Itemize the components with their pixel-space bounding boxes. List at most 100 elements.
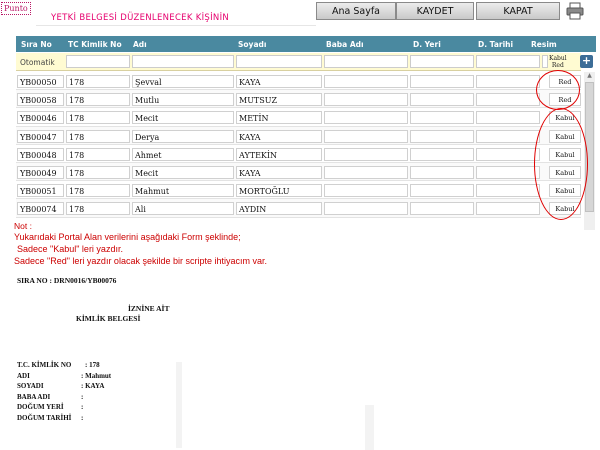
table-row[interactable]: YB00074 178 Ali AYDIN Kabul [16,199,581,218]
table-row[interactable]: YB00049 178 Mecit KAYA Kabul [16,162,581,182]
new-soyad-input[interactable] [236,55,322,68]
cell-tc[interactable]: 178 [66,147,130,161]
cell-d-tarihi[interactable] [476,75,540,88]
cell-d-tarihi[interactable] [476,147,540,161]
save-button[interactable]: KAYDET [396,2,474,20]
col-sira-no[interactable]: Sıra No [21,40,52,49]
cell-d-yeri[interactable] [410,129,474,143]
cell-baba-adi[interactable] [324,93,408,107]
col-resim[interactable]: Resim [531,40,557,49]
close-button[interactable]: KAPAT [476,2,560,20]
cell-sira-no[interactable]: YB00051 [17,184,64,198]
cell-d-yeri[interactable] [410,184,474,198]
cell-soyad[interactable]: MORTOĞLU [236,184,322,198]
table-row[interactable]: YB00046 178 Mecit METİN Kabul [16,108,581,127]
cell-ad[interactable]: Mecit [132,111,234,125]
cell-d-yeri[interactable] [410,147,474,161]
cell-sira-no[interactable]: YB00050 [17,75,64,88]
cell-d-tarihi[interactable] [476,111,540,125]
cell-d-yeri[interactable] [410,111,474,125]
cell-tc[interactable]: 178 [66,202,130,216]
doc-field-label: DOĞUM TARİHİ [17,413,72,422]
col-tc-kimlik-no[interactable]: TC Kimlik No [68,40,122,49]
cell-tc[interactable]: 178 [66,129,130,143]
col-adi[interactable]: Adı [133,40,147,49]
doc-field-label: SOYADI [17,382,44,390]
new-resim-input[interactable] [542,55,548,68]
cell-baba-adi[interactable] [324,165,408,179]
cell-soyad[interactable]: AYDIN [236,202,322,216]
annotation-ellipse-kabul [534,108,588,220]
cell-sira-no[interactable]: YB00058 [17,93,64,107]
cell-baba-adi[interactable] [324,184,408,198]
cell-sira-no[interactable]: YB00074 [17,202,64,216]
cell-d-tarihi[interactable] [476,202,540,216]
cell-ad[interactable]: Mutlu [132,93,234,107]
doc-field-label: BABA ADI [17,392,51,401]
table-row[interactable]: YB00051 178 Mahmut MORTOĞLU Kabul [16,181,581,200]
cell-d-yeri[interactable] [410,75,474,88]
cell-ad[interactable]: Şevval [132,75,234,88]
note-line-1: Yukarıdaki Portal Alan verilerini aşağıd… [14,232,241,242]
cell-d-yeri[interactable] [410,202,474,216]
cell-tc[interactable]: 178 [66,165,130,179]
cell-tc[interactable]: 178 [66,93,130,107]
new-baba-adi-input[interactable] [324,55,408,68]
cell-baba-adi[interactable] [324,147,408,161]
add-record-button[interactable]: + [580,55,593,68]
cell-sira-no[interactable]: YB00049 [17,165,64,179]
cell-ad[interactable]: Derya [132,129,234,143]
cell-ad[interactable]: Ali [132,202,234,216]
printer-icon [566,2,584,20]
doc-field-value: : 178 [85,361,100,369]
cell-sira-no[interactable]: YB00046 [17,111,64,125]
cell-baba-adi[interactable] [324,129,408,143]
home-button[interactable]: Ana Sayfa [316,2,396,20]
cell-tc[interactable]: 178 [66,184,130,198]
cell-d-tarihi[interactable] [476,129,540,143]
cell-soyad[interactable]: AYTEKİN [236,147,322,161]
cell-baba-adi[interactable] [324,111,408,125]
cell-soyad[interactable]: KAYA [236,75,322,88]
table-row[interactable]: YB00058 178 Mutlu MUTSUZ Red [16,90,581,109]
doc-field-label: T.C. KİMLİK NO [17,361,72,369]
doc-field-row: ADI : Mahmut [17,371,167,382]
cell-tc[interactable]: 178 [66,75,130,88]
cell-ad[interactable]: Mahmut [132,184,234,198]
col-d-tarihi[interactable]: D. Tarihi [478,40,513,49]
cell-ad[interactable]: Mecit [132,165,234,179]
cell-tc[interactable]: 178 [66,111,130,125]
new-ad-input[interactable] [132,55,234,68]
new-d-tarihi-input[interactable] [476,55,540,68]
cell-d-tarihi[interactable] [476,165,540,179]
table-row[interactable]: YB00050 178 Şevval KAYA Red [16,72,581,91]
cell-sira-no[interactable]: YB00047 [17,129,64,143]
table-row[interactable]: YB00048 178 Ahmet AYTEKİN Kabul [16,144,581,163]
scroll-up-arrow-icon[interactable]: ▲ [584,72,595,81]
cell-soyad[interactable]: MUTSUZ [236,93,322,107]
print-button[interactable] [565,1,585,21]
form-title: YETKİ BELGESİ DÜZENLENECEK KİŞİNİN [51,13,230,23]
doc-field-row: T.C. KİMLİK NO : 178 [17,360,167,371]
note-title: Not : [14,221,32,231]
cell-d-yeri[interactable] [410,165,474,179]
cell-d-tarihi[interactable] [476,184,540,198]
cell-soyad[interactable]: METİN [236,111,322,125]
cell-d-yeri[interactable] [410,93,474,107]
table-row[interactable]: YB00047 178 Derya KAYA Kabul [16,126,581,145]
records-list: YB00050 178 Şevval KAYA Red YB00058 178 … [16,72,581,218]
cell-d-tarihi[interactable] [476,93,540,107]
cell-soyad[interactable]: KAYA [236,129,322,143]
col-soyadi[interactable]: Soyadı [238,40,266,49]
note-line-2: Sadece "Kabul" leri yazdır. [17,244,123,254]
cell-sira-no[interactable]: YB00048 [17,147,64,161]
cell-soyad[interactable]: KAYA [236,165,322,179]
new-d-yeri-input[interactable] [410,55,474,68]
col-d-yeri[interactable]: D. Yeri [413,40,441,49]
cell-ad[interactable]: Ahmet [132,147,234,161]
cell-baba-adi[interactable] [324,202,408,216]
cell-baba-adi[interactable] [324,75,408,88]
col-baba-adi[interactable]: Baba Adı [326,40,364,49]
new-tc-input[interactable] [66,55,130,68]
otomatik-label: Otomatik [20,58,55,67]
